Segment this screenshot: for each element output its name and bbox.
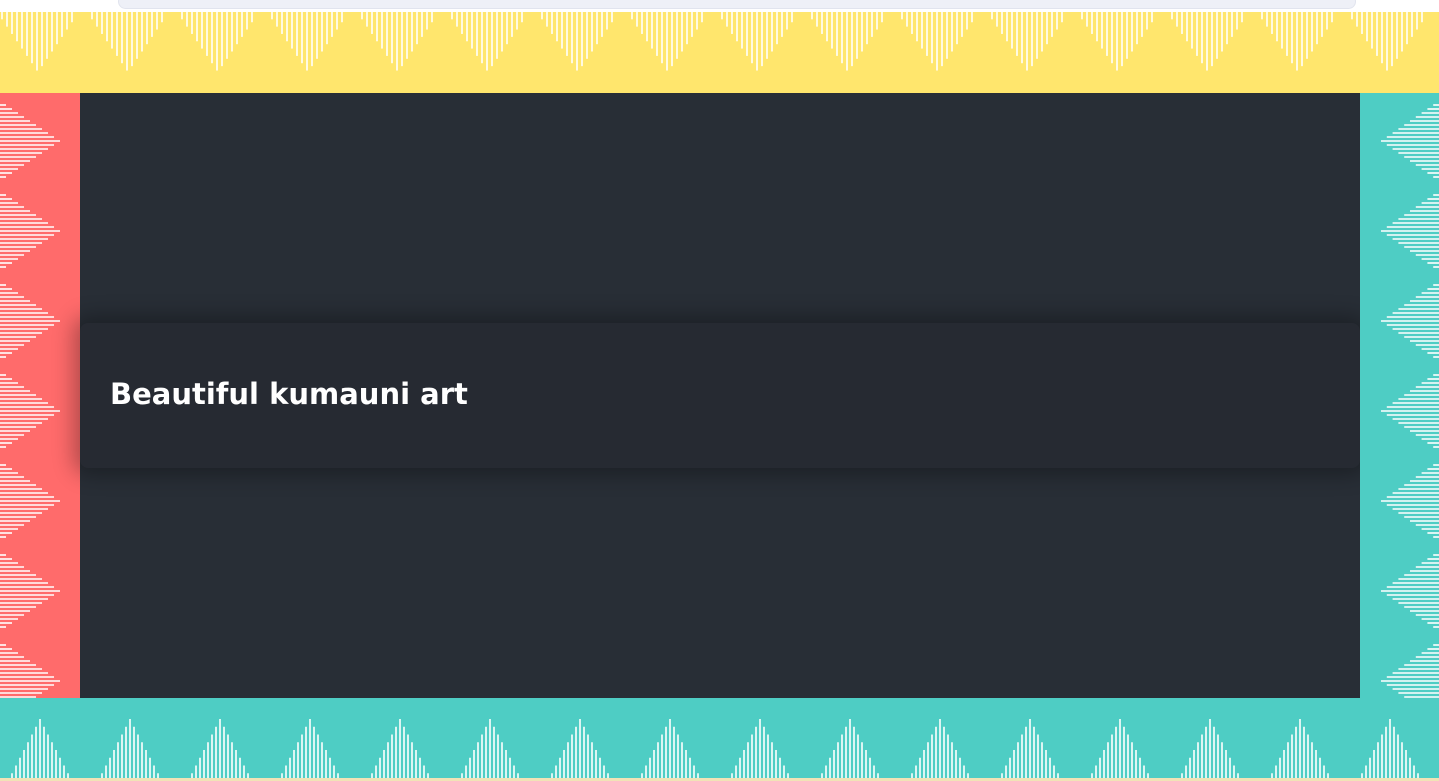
top-triangle-pattern	[1, 12, 1423, 71]
bottom-pattern-border	[0, 698, 1439, 781]
right-triangle-pattern	[1381, 104, 1439, 698]
left-triangle-pattern	[0, 104, 60, 698]
main-stage: Beautiful kumauni art	[80, 93, 1360, 698]
top-pattern-border	[0, 12, 1439, 93]
card-title: Beautiful kumauni art	[110, 377, 468, 411]
right-pattern-border	[1360, 93, 1439, 698]
address-bar[interactable]	[118, 0, 1356, 9]
bottom-triangle-pattern	[11, 719, 1419, 781]
art-card: Beautiful kumauni art	[80, 323, 1360, 468]
browser-chrome-strip	[0, 0, 1439, 12]
left-pattern-border	[0, 93, 80, 698]
